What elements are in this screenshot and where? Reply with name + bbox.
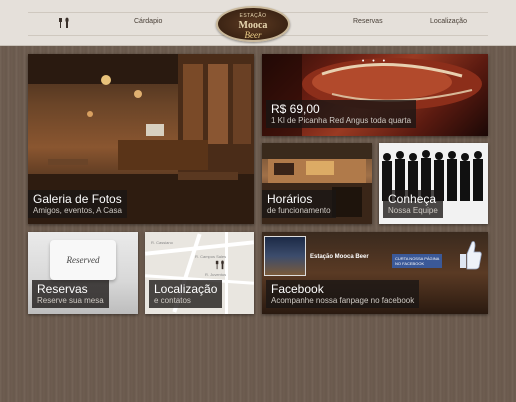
top-navigation-bar: Cárdapio ESTAÇÃO Mooca Beer Reservas Loc… bbox=[0, 0, 516, 46]
caption-localizacao: Localização e contatos bbox=[149, 280, 223, 308]
cutlery-icon[interactable] bbox=[58, 17, 70, 29]
nav-localizacao[interactable]: Localização bbox=[430, 18, 467, 25]
caption-facebook: Facebook Acompanhe nossa fanpage no face… bbox=[266, 280, 420, 308]
badge-line-2: NO FACEBOOK bbox=[395, 261, 425, 266]
tile-title: Galeria de Fotos bbox=[33, 192, 122, 206]
facebook-page-name: Estação Mooca Beer bbox=[310, 254, 369, 260]
nav-reservas[interactable]: Reservas bbox=[353, 18, 383, 25]
tile-conheca[interactable]: Conheça Nossa Equipe bbox=[379, 143, 488, 224]
logo-line-3: Beer bbox=[244, 30, 262, 40]
carousel-dots[interactable]: • • • bbox=[262, 58, 488, 65]
nav-cardapio[interactable]: Cárdapio bbox=[134, 18, 162, 25]
tile-localizacao[interactable]: R. Cassiano R. Campos Sales R. Juventus … bbox=[145, 232, 254, 314]
map-pin-icon bbox=[215, 260, 224, 270]
logo-line-1: ESTAÇÃO bbox=[239, 13, 267, 19]
tile-title: Reservas bbox=[37, 282, 88, 296]
map-street-label: R. Cassiano bbox=[151, 240, 173, 245]
brand-logo[interactable]: ESTAÇÃO Mooca Beer bbox=[216, 6, 290, 42]
storefront-thumbnail bbox=[264, 236, 306, 276]
caption-galeria: Galeria de Fotos Amigos, eventos, A Casa bbox=[28, 190, 127, 218]
tile-picanha-promo[interactable]: • • • R$ 69,00 1 Kl de Picanha Red Angus… bbox=[262, 54, 488, 136]
tile-galeria-de-fotos[interactable]: Galeria de Fotos Amigos, eventos, A Casa bbox=[28, 54, 254, 224]
tile-subtitle: Acompanhe nossa fanpage no facebook bbox=[271, 296, 415, 305]
caption-picanha: R$ 69,00 1 Kl de Picanha Red Angus toda … bbox=[266, 100, 417, 128]
caption-horarios: Horários de funcionamento bbox=[262, 190, 336, 218]
tile-title: Facebook bbox=[271, 282, 324, 296]
tile-subtitle: Amigos, eventos, A Casa bbox=[33, 206, 122, 215]
tile-subtitle: de funcionamento bbox=[267, 206, 331, 215]
map-street-label: R. Juventus bbox=[205, 272, 227, 277]
tile-title: Localização bbox=[154, 282, 218, 296]
map-street-label: R. Campos Sales bbox=[195, 254, 227, 259]
tile-title: Horários bbox=[267, 192, 313, 206]
tile-reservas[interactable]: Reserved Reservas Reserve sua mesa bbox=[28, 232, 138, 314]
caption-conheca: Conheça Nossa Equipe bbox=[383, 190, 443, 218]
tile-facebook[interactable]: Estação Mooca Beer CURTA NOSSA PÁGINA NO… bbox=[262, 232, 488, 314]
tile-subtitle: Nossa Equipe bbox=[388, 206, 438, 215]
tile-title: Conheça bbox=[388, 192, 437, 206]
thumbs-up-icon bbox=[460, 241, 482, 270]
tile-subtitle: Reserve sua mesa bbox=[37, 296, 104, 305]
tile-horarios[interactable]: Horários de funcionamento bbox=[262, 143, 372, 224]
caption-reservas: Reservas Reserve sua mesa bbox=[32, 280, 109, 308]
reserved-napkin: Reserved bbox=[50, 240, 116, 280]
facebook-like-badge[interactable]: CURTA NOSSA PÁGINA NO FACEBOOK bbox=[392, 254, 443, 268]
tile-subtitle: e contatos bbox=[154, 296, 191, 305]
tile-subtitle: 1 Kl de Picanha Red Angus toda quarta bbox=[271, 116, 412, 125]
tile-title: R$ 69,00 bbox=[271, 102, 320, 116]
